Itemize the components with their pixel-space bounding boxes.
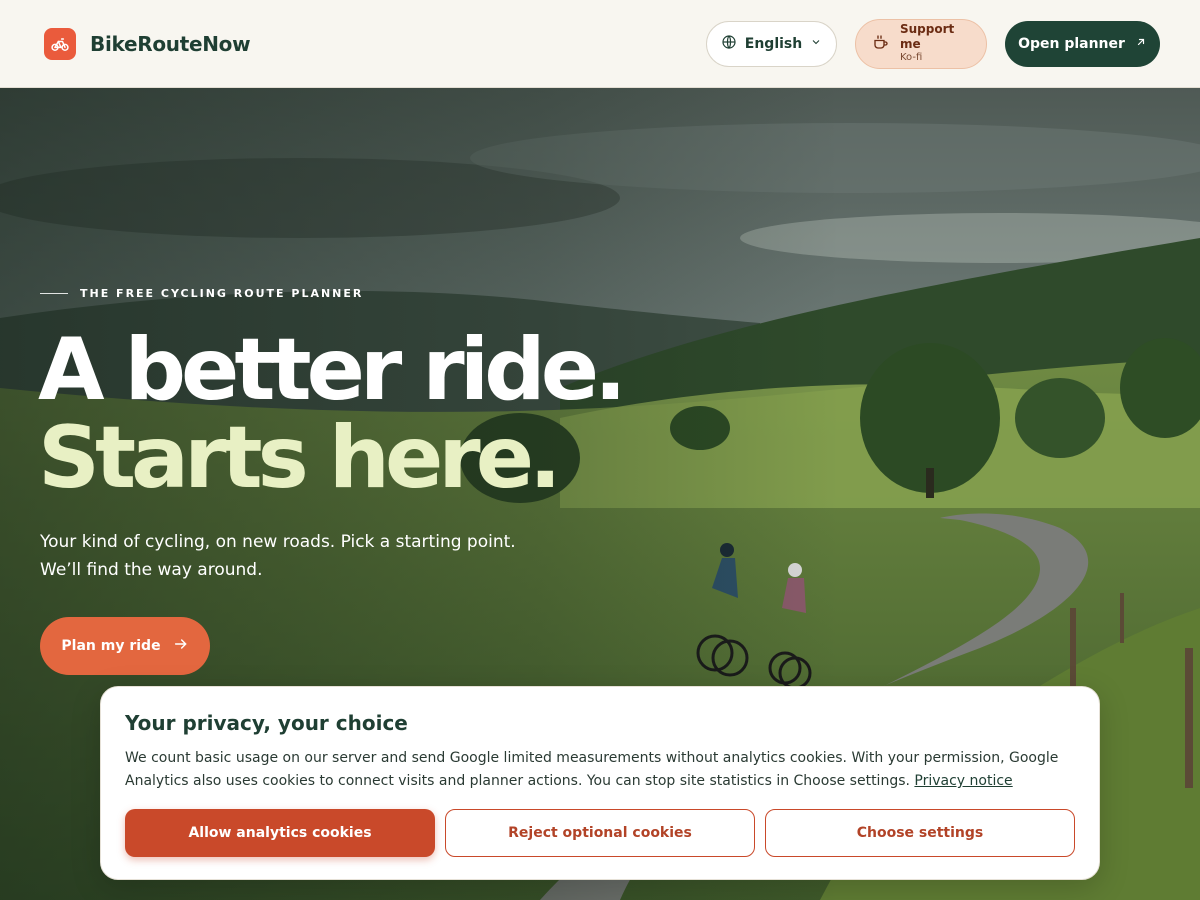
reject-optional-cookies-button[interactable]: Reject optional cookies [445,809,755,857]
plan-my-ride-button[interactable]: Plan my ride [40,617,210,675]
globe-icon [721,34,737,54]
language-selector[interactable]: English [706,20,837,67]
subcopy-line-1: Your kind of cycling, on new roads. Pick… [40,532,516,552]
arrow-up-right-icon [1135,36,1147,52]
open-planner-label: Open planner [1018,35,1125,52]
hero-eyebrow: THE FREE CYCLING ROUTE PLANNER [40,287,363,300]
choose-settings-button[interactable]: Choose settings [765,809,1075,857]
plan-my-ride-label: Plan my ride [61,638,161,654]
coffee-cup-icon [872,33,890,55]
headline-line-2: Starts here. [38,408,562,508]
subcopy-line-2: We’ll find the way around. [40,560,263,580]
support-title: Support me [900,22,955,52]
support-subtitle: Ko-fi [900,52,923,64]
cookie-actions: Allow analytics cookies Reject optional … [125,809,1075,857]
eyebrow-text: THE FREE CYCLING ROUTE PLANNER [80,287,364,300]
open-planner-button[interactable]: Open planner [1005,20,1160,67]
brand-name: BikeRouteNow [90,31,251,56]
hero-subcopy: Your kind of cycling, on new roads. Pick… [40,528,560,584]
site-header: BikeRouteNow English Support me Ko-fi Op… [0,0,1200,88]
arrow-right-icon [173,636,189,656]
language-label: English [744,35,803,52]
cookie-title: Your privacy, your choice [125,711,408,735]
eyebrow-divider [40,293,68,294]
allow-analytics-cookies-button[interactable]: Allow analytics cookies [125,809,435,857]
bicycle-icon [44,27,76,60]
cookie-description: We count basic usage on our server and s… [125,747,1075,793]
headline-line-1: A better ride. [38,320,627,420]
cookie-consent-banner: Your privacy, your choice We count basic… [100,686,1100,880]
chevron-down-icon [810,36,822,52]
privacy-notice-link[interactable]: Privacy notice [914,773,1012,789]
brand-logo[interactable]: BikeRouteNow [44,27,251,60]
hero-headline: A better ride. Starts here. [38,320,627,508]
support-button[interactable]: Support me Ko-fi [855,18,987,69]
